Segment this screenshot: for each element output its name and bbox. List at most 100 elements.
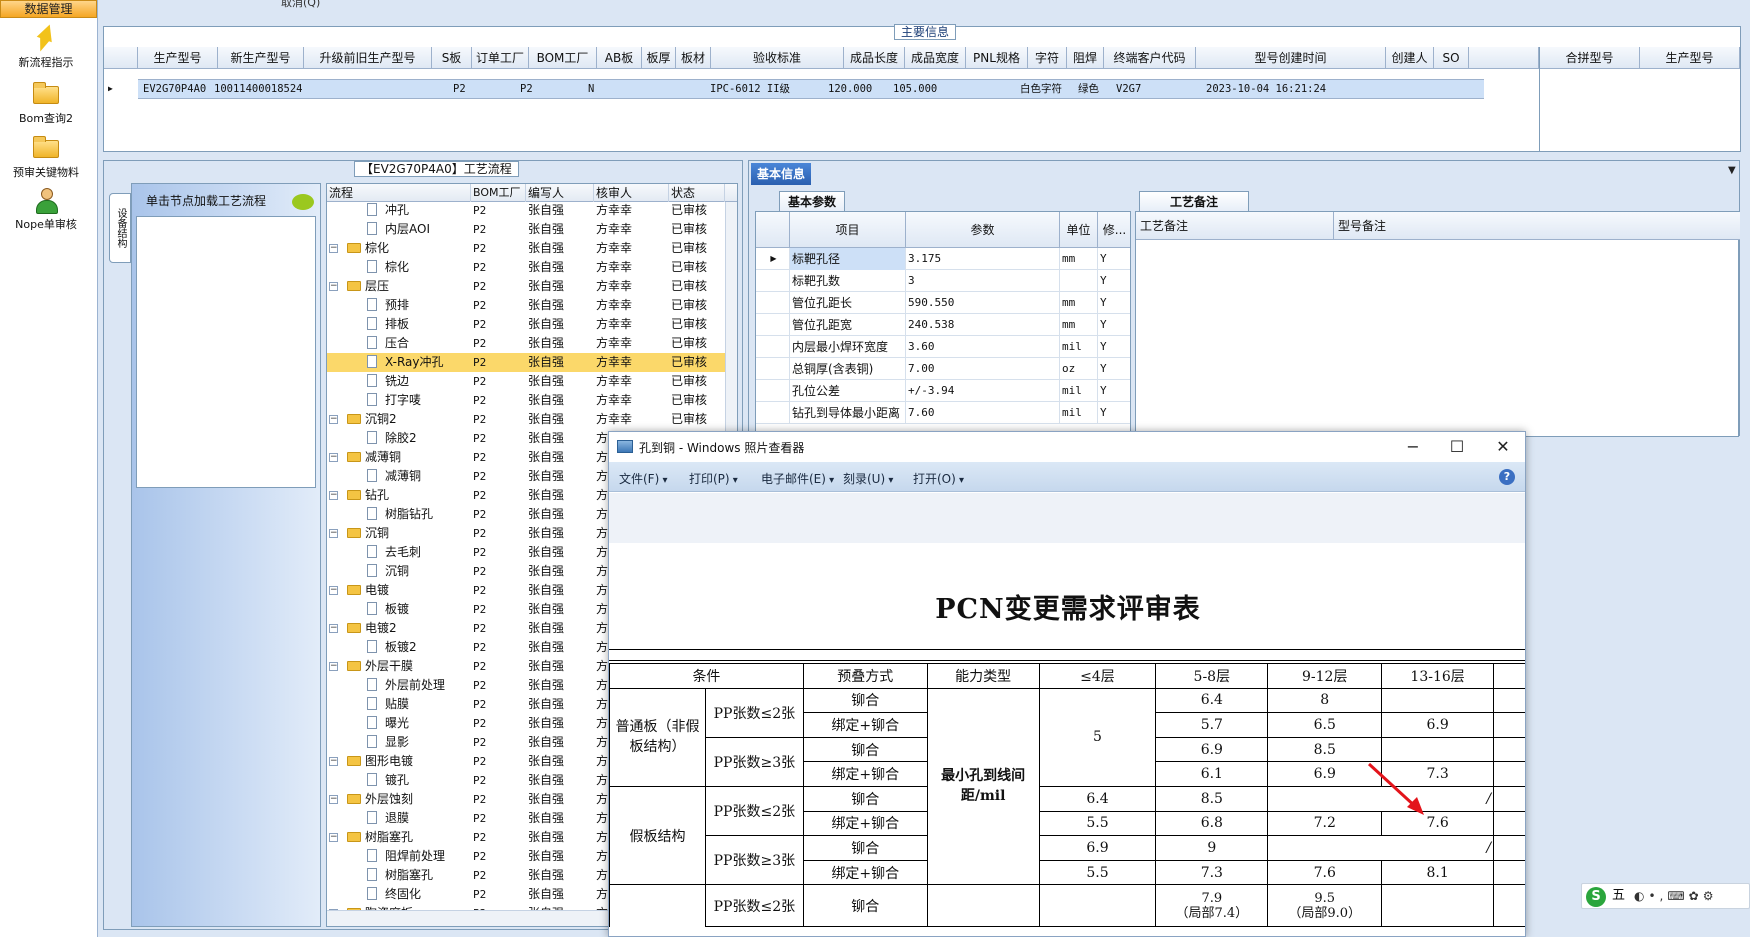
cell-customer[interactable]: V2G7 xyxy=(1116,80,1141,98)
ime-language[interactable]: 五 xyxy=(1612,884,1625,908)
main-col-header[interactable]: 生产型号 xyxy=(138,47,218,69)
nav-item-new-process[interactable]: 新流程指示 xyxy=(0,21,92,70)
params-row[interactable]: 管位孔距长 590.550 mm Y xyxy=(756,292,1130,314)
device-structure-tab[interactable]: 设备结构 xyxy=(109,193,131,263)
col-reviewer[interactable]: 核审人 xyxy=(594,184,669,202)
col-process[interactable]: 流程 xyxy=(327,184,471,202)
tab-craft-notes[interactable]: 工艺备注 xyxy=(1139,191,1250,211)
collapse-icon[interactable]: − xyxy=(329,757,338,766)
cell-solder[interactable]: 绿色 xyxy=(1078,80,1099,98)
cell-ab[interactable]: N xyxy=(588,80,594,98)
main-col-header[interactable]: S板 xyxy=(432,47,472,69)
ime-tools-icon[interactable]: ◐•,⌨✿⚙ xyxy=(1634,884,1718,908)
cell-width[interactable]: 105.000 xyxy=(893,80,937,98)
cell-order-factory[interactable]: P2 xyxy=(453,80,466,98)
nav-item-nope-review[interactable]: Nope单审核 xyxy=(0,186,92,232)
params-row[interactable]: ▶ 标靶孔径 3.175 mm Y xyxy=(756,248,1130,270)
tab-basic-info[interactable]: 基本信息 xyxy=(751,163,812,185)
main-col-header[interactable]: SO xyxy=(1434,47,1469,69)
main-col-header[interactable]: 验收标准 xyxy=(711,47,844,69)
main-col-header[interactable]: AB板 xyxy=(597,47,642,69)
params-row[interactable]: 钻孔到导体最小距离 7.60 mil Y xyxy=(756,402,1130,424)
menu-burn[interactable]: 刻录(U) xyxy=(843,470,893,487)
minimize-button[interactable]: − xyxy=(1393,436,1433,458)
ime-toolbar[interactable]: S 五 ◐•,⌨✿⚙ xyxy=(1581,883,1750,909)
menu-print[interactable]: 打印(P) xyxy=(689,470,738,487)
tree-row[interactable]: 预排 P2 张自强 方幸幸 已审核 xyxy=(327,296,725,315)
col-unit[interactable]: 单位 xyxy=(1060,212,1098,248)
tree-row[interactable]: 打字唛 P2 张自强 方幸幸 已审核 xyxy=(327,391,725,410)
tree-row[interactable]: 铣边 P2 张自强 方幸幸 已审核 xyxy=(327,372,725,391)
cell-created[interactable]: 2023-10-04 16:21:24 xyxy=(1206,80,1326,98)
nav-item-bom-query[interactable]: Bom查询2 xyxy=(0,80,92,126)
tab-basic-params[interactable]: 基本参数 xyxy=(779,191,846,211)
col-status[interactable]: 状态 xyxy=(669,184,725,202)
col-item[interactable]: 项目 xyxy=(790,212,906,248)
col-production-model[interactable]: 生产型号 xyxy=(1640,47,1740,69)
table-row[interactable]: ▶ EV2G70P4A0 10011400018524 P2 P2 N IPC-… xyxy=(108,79,1484,99)
menu-email[interactable]: 电子邮件(E) xyxy=(761,470,834,487)
cell-standard[interactable]: IPC-6012 II级 xyxy=(710,80,790,98)
main-col-header[interactable]: 字符 xyxy=(1028,47,1067,69)
main-col-header[interactable]: 成品长度 xyxy=(844,47,905,69)
collapse-icon[interactable]: − xyxy=(329,244,338,253)
collapse-icon[interactable]: − xyxy=(329,529,338,538)
collapse-icon[interactable]: − xyxy=(329,586,338,595)
collapse-icon[interactable]: − xyxy=(329,415,338,424)
main-col-header[interactable]: 终端客户代码 xyxy=(1104,47,1196,69)
col-bom-factory[interactable]: BOM工厂 xyxy=(471,184,526,202)
cell-model[interactable]: EV2G70P4A0 xyxy=(143,80,206,98)
collapse-icon[interactable]: − xyxy=(329,833,338,842)
collapse-icon[interactable]: − xyxy=(329,662,338,671)
col-merge-model[interactable]: 合拼型号 xyxy=(1540,47,1640,69)
collapse-icon[interactable]: − xyxy=(329,624,338,633)
menu-file[interactable]: 文件(F) xyxy=(619,470,667,487)
process-node-list[interactable] xyxy=(136,216,316,488)
col-modify[interactable]: 修... xyxy=(1098,212,1130,248)
tree-row[interactable]: − 层压 P2 张自强 方幸幸 已审核 xyxy=(327,277,725,296)
col-param[interactable]: 参数 xyxy=(906,212,1060,248)
params-row[interactable]: 标靶孔数 3 Y xyxy=(756,270,1130,292)
help-icon[interactable]: ? xyxy=(1499,469,1515,485)
main-col-header[interactable]: 创建人 xyxy=(1386,47,1434,69)
params-row[interactable]: 管位孔距宽 240.538 mm Y xyxy=(756,314,1130,336)
main-col-header[interactable]: PNL规格 xyxy=(966,47,1028,69)
params-row[interactable]: 孔位公差 +/-3.94 mil Y xyxy=(756,380,1130,402)
tree-row[interactable]: X-Ray冲孔 P2 张自强 方幸幸 已审核 xyxy=(327,353,725,372)
tree-row[interactable]: − 沉铜2 P2 张自强 方幸幸 已审核 xyxy=(327,410,725,429)
main-col-header[interactable]: 订单工厂 xyxy=(472,47,529,69)
cell-bom-factory[interactable]: P2 xyxy=(520,80,533,98)
maximize-button[interactable]: ☐ xyxy=(1437,436,1477,458)
tree-row[interactable]: 冲孔 P2 张自强 方幸幸 已审核 xyxy=(327,201,725,220)
panel-dropdown-icon[interactable]: ▼ xyxy=(1728,165,1736,176)
collapse-icon[interactable]: − xyxy=(329,453,338,462)
cell-new-model[interactable]: 10011400018524 xyxy=(214,80,303,98)
viewer-titlebar[interactable]: 孔到铜 - Windows 照片查看器 − ☐ ✕ xyxy=(609,432,1525,462)
nav-item-key-material[interactable]: 预审关键物料 xyxy=(0,134,92,180)
main-col-header[interactable]: 升级前旧生产型号 xyxy=(304,47,432,69)
tree-row[interactable]: 压合 P2 张自强 方幸幸 已审核 xyxy=(327,334,725,353)
collapse-icon[interactable]: − xyxy=(329,491,338,500)
main-col-header[interactable]: 板材 xyxy=(676,47,711,69)
close-button[interactable]: ✕ xyxy=(1483,436,1523,458)
tree-row[interactable]: − 棕化 P2 张自强 方幸幸 已审核 xyxy=(327,239,725,258)
main-col-header[interactable]: 板厚 xyxy=(642,47,676,69)
tree-row[interactable]: 棕化 P2 张自强 方幸幸 已审核 xyxy=(327,258,725,277)
cell-length[interactable]: 120.000 xyxy=(828,80,872,98)
params-row[interactable]: 总铜厚(含表铜) 7.00 oz Y xyxy=(756,358,1130,380)
tree-row[interactable]: 排板 P2 张自强 方幸幸 已审核 xyxy=(327,315,725,334)
main-col-header[interactable]: 阻焊 xyxy=(1067,47,1104,69)
cell-char[interactable]: 白色字符 xyxy=(1020,80,1062,98)
tree-row[interactable]: 内层AOI P2 张自强 方幸幸 已审核 xyxy=(327,220,725,239)
main-col-header[interactable]: 新生产型号 xyxy=(218,47,304,69)
main-col-header[interactable]: 型号创建时间 xyxy=(1196,47,1386,69)
main-col-header[interactable]: BOM工厂 xyxy=(529,47,597,69)
params-row[interactable]: 内层最小焊环宽度 3.60 mil Y xyxy=(756,336,1130,358)
col-model-notes[interactable]: 型号备注 xyxy=(1334,212,1740,240)
col-writer[interactable]: 编写人 xyxy=(526,184,594,202)
cancel-button[interactable]: 取消(Q) xyxy=(281,0,320,10)
main-col-header[interactable]: 成品宽度 xyxy=(905,47,966,69)
col-craft-notes[interactable]: 工艺备注 xyxy=(1136,212,1334,240)
nav-header[interactable]: 数据管理 xyxy=(0,0,97,18)
menu-open[interactable]: 打开(O) xyxy=(913,470,964,487)
